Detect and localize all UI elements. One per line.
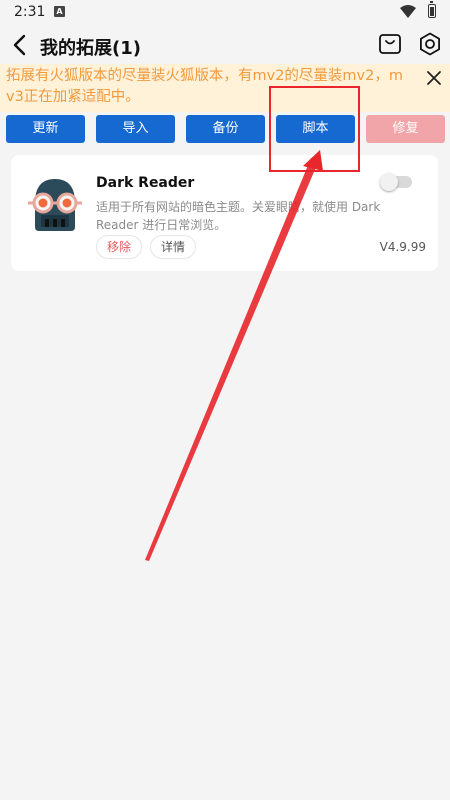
page-title: 我的拓展(1) — [40, 38, 141, 59]
toggle-knob — [380, 173, 398, 191]
notice-text: 拓展有火狐版本的尽量装火狐版本，有mv2的尽量装mv2，mv3正在加紧适配中。 — [6, 68, 403, 105]
remove-button[interactable]: 移除 — [96, 235, 142, 259]
detail-button[interactable]: 详情 — [150, 235, 196, 259]
notice-banner: 拓展有火狐版本的尽量装火狐版本，有mv2的尽量装mv2，mv3正在加紧适配中。 — [0, 64, 450, 112]
extension-toggle[interactable] — [380, 173, 412, 191]
extension-description: 适用于所有网站的暗色主题。关爱眼睛，就使用 Dark Reader 进行日常浏览… — [96, 200, 381, 232]
extension-version: V4.9.99 — [379, 240, 426, 254]
wifi-icon — [400, 5, 416, 18]
settings-icon[interactable] — [418, 32, 442, 56]
dark-reader-logo — [28, 179, 82, 231]
close-icon[interactable] — [424, 68, 444, 88]
back-icon[interactable] — [8, 32, 34, 58]
backup-button[interactable]: 备份 — [186, 115, 265, 143]
status-time: 2:31 — [14, 4, 46, 20]
app-bar: 我的拓展(1) — [0, 26, 450, 64]
update-button[interactable]: 更新 — [6, 115, 85, 143]
accessibility-icon: A — [54, 6, 65, 17]
import-button[interactable]: 导入 — [96, 115, 175, 143]
extension-name: Dark Reader — [96, 175, 195, 191]
battery-icon — [428, 1, 436, 18]
status-bar: 2:31 A — [0, 0, 450, 24]
extension-card: Dark Reader 适用于所有网站的暗色主题。关爱眼睛，就使用 Dark R… — [11, 155, 438, 271]
repair-button[interactable]: 修复 — [366, 115, 445, 143]
script-button[interactable]: 脚本 — [276, 115, 355, 143]
store-bag-icon[interactable] — [378, 32, 402, 56]
